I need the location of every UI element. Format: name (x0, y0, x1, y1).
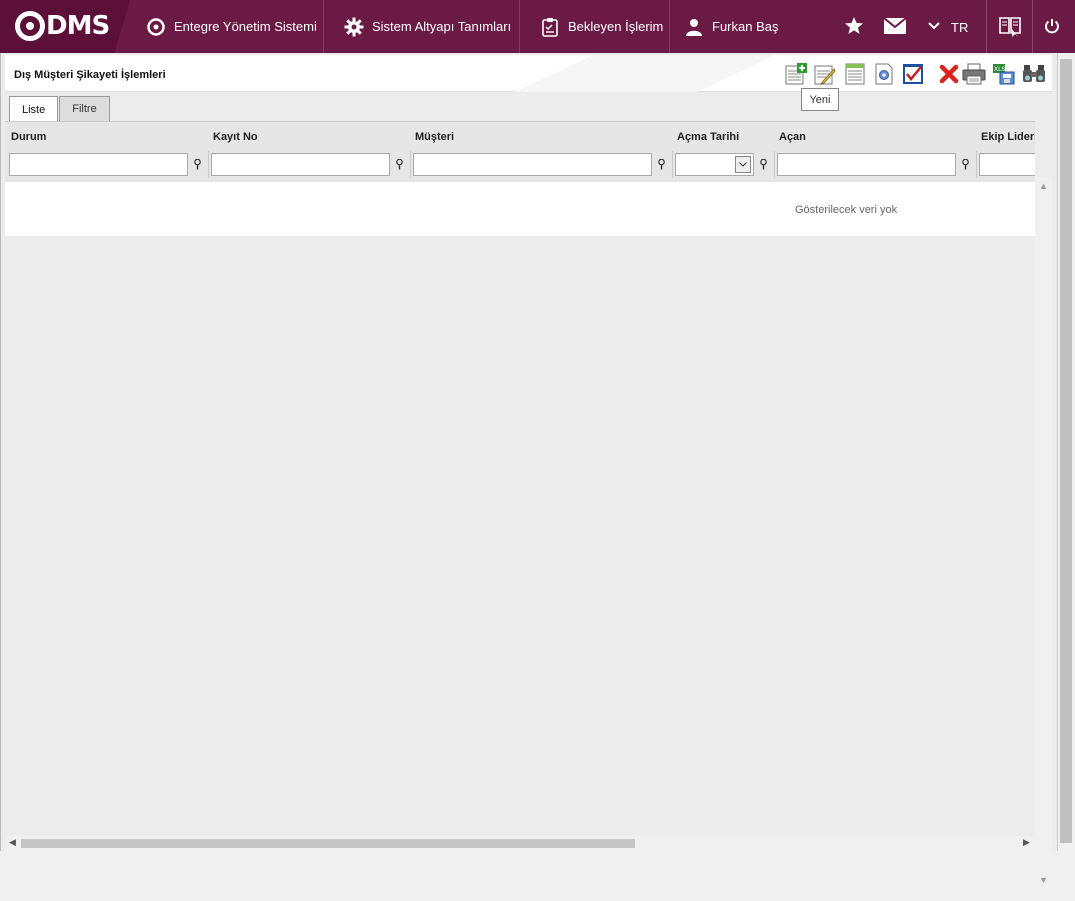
settings-doc-icon[interactable] (871, 61, 896, 86)
scroll-right-arrow-icon[interactable]: ▶ (1023, 837, 1030, 848)
horizontal-scroll-thumb[interactable] (21, 839, 635, 848)
user-icon (684, 17, 704, 37)
column-header-ekip-lideri[interactable]: Ekip Lideri (981, 131, 1035, 143)
nav-label: Entegre Yönetim Sistemi (174, 19, 317, 34)
scroll-up-arrow-icon[interactable]: ▲ (1039, 181, 1048, 191)
scroll-left-arrow-icon[interactable]: ◀ (9, 837, 16, 848)
column-header-kayit-no[interactable]: Kayıt No (213, 131, 258, 143)
nav-sistem-altyapi[interactable]: Sistem Altyapı Tanımları (324, 0, 520, 53)
grid-vertical-scrollbar[interactable]: ▲ ▼ (1035, 177, 1052, 901)
delete-x-icon[interactable] (936, 61, 961, 86)
tab-liste[interactable]: Liste (9, 96, 59, 122)
help-book-icon[interactable] (998, 14, 1022, 38)
grid-horizontal-scrollbar[interactable]: ◀ ▶ (5, 836, 1035, 851)
filter-input-kayit-no[interactable] (211, 153, 390, 176)
binoculars-search-icon[interactable] (1021, 61, 1046, 86)
new-record-icon[interactable] (783, 61, 808, 86)
tab-filtre[interactable]: Filtre (59, 96, 110, 121)
page-scroll-thumb[interactable] (1060, 59, 1072, 843)
column-separator (774, 151, 775, 178)
top-navigation-bar: DMS Entegre Yönetim Sistemi Sistem Altya… (0, 0, 1075, 53)
column-header-acan[interactable]: Açan (779, 131, 806, 143)
star-icon[interactable] (843, 14, 865, 38)
logo-text: DMS (46, 11, 110, 41)
language-selector[interactable]: TR (951, 20, 968, 35)
main-content: Dış Müşteri Şikayeti İşlemleri XLS Yeni (0, 53, 1057, 901)
filter-select-acma-tarihi[interactable] (675, 153, 754, 176)
clipboard-icon (540, 17, 560, 37)
nav-label: Sistem Altyapı Tanımları (372, 19, 512, 34)
filter-funnel-icon[interactable] (191, 157, 203, 171)
approve-check-icon[interactable] (900, 61, 925, 86)
gear-icon (344, 17, 364, 37)
column-separator (410, 151, 411, 178)
nav-label: Bekleyen İşlerim (568, 19, 664, 34)
power-icon[interactable] (1042, 14, 1062, 38)
chevron-down-icon[interactable] (926, 14, 942, 38)
empty-grid-message: Gösterilecek veri yok (795, 204, 898, 216)
tooltip-new: Yeni (801, 88, 839, 111)
mail-icon[interactable] (883, 14, 907, 38)
filter-funnel-icon[interactable] (959, 157, 971, 171)
data-grid: Durum Kayıt No Müşteri Açma Tarihi Açan … (5, 121, 1035, 236)
filter-input-durum[interactable] (9, 153, 188, 176)
nav-bekleyen-islerim[interactable]: Bekleyen İşlerim (520, 0, 670, 53)
filter-input-ekip-lideri[interactable] (979, 153, 1035, 176)
qdms-logo[interactable]: DMS (15, 10, 110, 42)
nav-entegre-yonetim[interactable]: Entegre Yönetim Sistemi (130, 0, 324, 53)
page-vertical-scrollbar[interactable] (1057, 53, 1075, 851)
scroll-down-arrow-icon[interactable]: ▼ (1039, 875, 1048, 885)
filter-input-acan[interactable] (777, 153, 956, 176)
print-icon[interactable] (961, 61, 986, 86)
filter-input-musteri[interactable] (413, 153, 652, 176)
view-tabs: Liste Filtre (9, 96, 111, 122)
header-decoration (515, 55, 775, 92)
edit-record-icon[interactable] (812, 61, 837, 86)
list-view-icon[interactable] (842, 61, 867, 86)
filter-funnel-icon[interactable] (393, 157, 405, 171)
column-separator (976, 151, 977, 178)
logo-q-icon (15, 11, 45, 41)
column-separator (208, 151, 209, 178)
nav-user-profile[interactable]: Furkan Baş (670, 0, 790, 53)
page-header: Dış Müşteri Şikayeti İşlemleri XLS (5, 55, 1052, 92)
chevron-down-icon[interactable] (735, 156, 751, 173)
filter-funnel-icon[interactable] (655, 157, 667, 171)
column-header-durum[interactable]: Durum (11, 131, 46, 143)
filter-funnel-icon[interactable] (757, 157, 769, 171)
column-header-musteri[interactable]: Müşteri (415, 131, 454, 143)
column-header-acma-tarihi[interactable]: Açma Tarihi (677, 131, 739, 143)
user-name: Furkan Baş (712, 19, 779, 34)
page-title: Dış Müşteri Şikayeti İşlemleri (14, 69, 166, 81)
column-separator (672, 151, 673, 178)
export-excel-icon[interactable]: XLS (991, 61, 1016, 86)
divider (1032, 0, 1033, 53)
q-circle-icon (146, 17, 166, 37)
grid-header: Durum Kayıt No Müşteri Açma Tarihi Açan … (5, 122, 1035, 182)
divider (986, 0, 987, 53)
